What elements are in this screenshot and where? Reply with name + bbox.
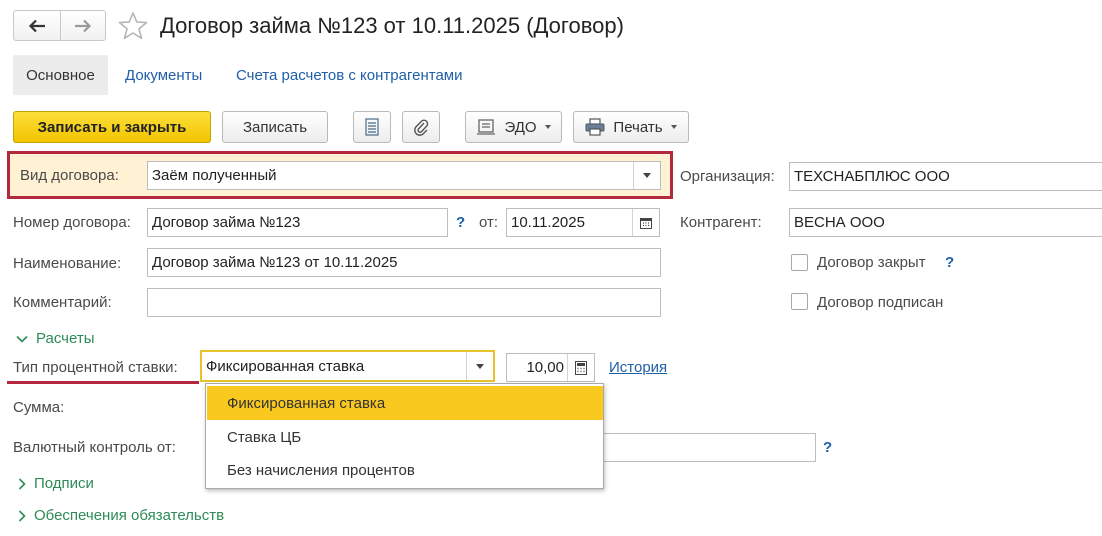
- contract-type-select[interactable]: Заём полученный: [147, 161, 661, 190]
- chevron-right-icon: [18, 477, 26, 490]
- calendar-icon: [640, 217, 652, 229]
- arrow-left-icon: [28, 19, 45, 32]
- contract-closed-label: Договор закрыт: [817, 254, 926, 271]
- history-link[interactable]: История: [609, 359, 667, 376]
- section-obligations-label: Обеспечения обязательств: [34, 507, 225, 524]
- print-button[interactable]: Печать: [573, 111, 689, 143]
- tab-documents[interactable]: Документы: [125, 67, 202, 84]
- chevron-right-icon: [18, 509, 26, 522]
- rate-type-label: Тип процентной ставки:: [13, 359, 178, 376]
- chevron-down-icon: [670, 125, 677, 129]
- rate-type-select[interactable]: Фиксированная ставка: [200, 350, 495, 382]
- help-icon[interactable]: ?: [456, 214, 465, 231]
- rate-value-field[interactable]: 10,00: [506, 353, 595, 382]
- rate-value: 10,00: [526, 359, 564, 376]
- contract-type-value: Заём полученный: [152, 167, 277, 184]
- navigation-group: [13, 10, 106, 41]
- sum-label: Сумма:: [13, 399, 65, 416]
- section-settlements-label: Расчеты: [36, 330, 95, 347]
- chevron-down-icon: [16, 335, 28, 343]
- contract-signed-label: Договор подписан: [817, 294, 944, 311]
- print-label: Печать: [613, 118, 663, 136]
- date-field[interactable]: 10.11.2025: [506, 208, 660, 237]
- back-button[interactable]: [14, 11, 61, 40]
- help-icon[interactable]: ?: [823, 439, 832, 456]
- arrow-right-icon: [75, 19, 92, 32]
- rate-type-underline: [7, 381, 199, 384]
- save-button[interactable]: Записать: [222, 111, 328, 143]
- counterparty-label: Контрагент:: [680, 214, 762, 231]
- tab-accounts[interactable]: Счета расчетов с контрагентами: [236, 67, 462, 84]
- contract-closed-checkbox[interactable]: [791, 254, 808, 271]
- contract-signed-checkbox[interactable]: [791, 293, 808, 310]
- edo-icon: [477, 119, 496, 135]
- organization-label: Организация:: [680, 168, 775, 185]
- save-and-close-button[interactable]: Записать и закрыть: [13, 111, 211, 143]
- dropdown-option-fixed[interactable]: Фиксированная ставка: [207, 386, 603, 420]
- page-title: Договор займа №123 от 10.11.2025 (Догово…: [160, 13, 624, 38]
- dropdown-button[interactable]: [633, 162, 660, 189]
- chevron-down-icon: [544, 125, 551, 129]
- chevron-down-icon: [476, 363, 484, 369]
- name-label: Наименование:: [13, 255, 122, 272]
- edo-label: ЭДО: [504, 118, 537, 136]
- counterparty-field[interactable]: ВЕСНА ООО: [789, 208, 1102, 237]
- dropdown-button[interactable]: [466, 352, 493, 380]
- comment-label: Комментарий:: [13, 294, 112, 311]
- section-signatures-label: Подписи: [34, 475, 94, 492]
- calculator-button[interactable]: [567, 354, 594, 381]
- contract-number-label: Номер договора:: [13, 214, 131, 231]
- section-settlements[interactable]: Расчеты: [16, 330, 95, 347]
- help-icon[interactable]: ?: [945, 254, 954, 271]
- rate-type-value: Фиксированная ставка: [206, 357, 365, 375]
- forward-button[interactable]: [60, 11, 106, 40]
- organization-field[interactable]: ТЕХСНАБПЛЮС ООО: [789, 162, 1102, 191]
- favorite-star-icon[interactable]: [117, 10, 149, 42]
- name-field[interactable]: Договор займа №123 от 10.11.2025: [147, 248, 661, 277]
- dropdown-option-no-interest[interactable]: Без начисления процентов: [207, 453, 603, 487]
- calculator-icon: [575, 360, 587, 375]
- chevron-down-icon: [643, 173, 651, 178]
- rate-type-dropdown-list: Фиксированная ставка Ставка ЦБ Без начис…: [205, 383, 604, 489]
- calendar-button[interactable]: [632, 209, 659, 236]
- date-value: 10.11.2025: [511, 214, 585, 231]
- contract-type-label: Вид договора:: [20, 167, 119, 184]
- currency-control-label: Валютный контроль от:: [13, 439, 176, 456]
- attach-button[interactable]: [402, 111, 440, 143]
- paperclip-icon: [414, 119, 429, 136]
- comment-field[interactable]: [147, 288, 661, 317]
- section-signatures[interactable]: Подписи: [18, 475, 94, 492]
- tab-main[interactable]: Основное: [13, 55, 108, 95]
- printer-icon: [585, 118, 605, 136]
- date-label: от:: [479, 214, 499, 231]
- list-icon: [365, 118, 379, 136]
- edo-button[interactable]: ЭДО: [465, 111, 562, 143]
- dropdown-option-cb-rate[interactable]: Ставка ЦБ: [207, 420, 603, 454]
- contract-number-field[interactable]: Договор займа №123: [147, 208, 448, 237]
- section-obligations[interactable]: Обеспечения обязательств: [18, 507, 224, 524]
- list-button[interactable]: [353, 111, 391, 143]
